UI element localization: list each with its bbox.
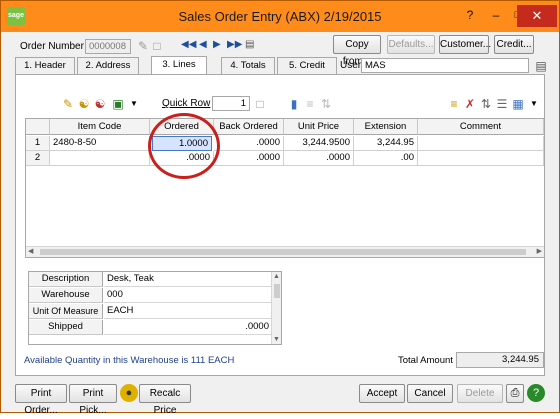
new-order-icon[interactable]: □ bbox=[149, 38, 165, 54]
cell-unit-price[interactable]: 3,244.9500 bbox=[284, 136, 354, 151]
row-number[interactable]: 1 bbox=[26, 136, 50, 151]
customer-button[interactable]: Customer... bbox=[439, 35, 491, 54]
sales-order-window: sage Sales Order Entry (ABX) 2/19/2015 ?… bbox=[0, 0, 560, 416]
cell-back-ordered[interactable]: .0000 bbox=[214, 136, 284, 151]
accept-button[interactable]: Accept bbox=[359, 384, 405, 403]
binoculars-red-icon[interactable]: ☯ bbox=[92, 96, 108, 112]
quick-row-checkbox-icon[interactable]: □ bbox=[252, 96, 268, 112]
user-label: User bbox=[340, 60, 362, 71]
cell-item-code[interactable]: 2480-8-50 bbox=[50, 136, 150, 151]
order-number-label: Order Number bbox=[20, 41, 84, 52]
first-record-icon[interactable]: ◀◀ bbox=[181, 39, 196, 50]
user-field[interactable]: MAS bbox=[361, 58, 529, 73]
sage-help-icon[interactable]: ● bbox=[120, 384, 138, 402]
recalc-price-button[interactable]: Recalc Price bbox=[139, 384, 191, 416]
scroll-right-icon[interactable]: ▶ bbox=[537, 247, 542, 255]
last-record-icon[interactable]: ▶▶ bbox=[227, 39, 242, 50]
cell-comment[interactable] bbox=[418, 151, 544, 166]
order-number-field[interactable]: 0000008 bbox=[85, 39, 131, 54]
details-vertical-scrollbar[interactable]: ▲ ▼ bbox=[271, 272, 281, 344]
row-number[interactable]: 2 bbox=[26, 151, 50, 166]
cell-comment[interactable] bbox=[418, 136, 544, 151]
delete-row-icon[interactable]: ✗ bbox=[462, 96, 478, 112]
insert-row-icon[interactable]: ≡ bbox=[446, 96, 462, 112]
scroll-left-icon[interactable]: ◀ bbox=[28, 247, 33, 255]
copy-from-button[interactable]: Copy from... bbox=[333, 35, 381, 67]
grid-horizontal-scrollbar[interactable]: ◀ ▶ bbox=[26, 246, 544, 257]
comment-icon[interactable]: ▮ bbox=[286, 96, 302, 112]
cancel-button[interactable]: Cancel bbox=[407, 384, 453, 403]
user-lookup-icon[interactable]: ▤ bbox=[533, 58, 549, 74]
help-icon[interactable]: ? bbox=[458, 5, 482, 25]
tab-totals[interactable]: 4. Totals bbox=[221, 57, 275, 74]
detail-label-unit-of-measure: Unit Of Measure bbox=[29, 304, 103, 319]
lines-panel: ✎ ☯ ☯ ▣ ▼ Quick Row 1 □ ▮ ≡ ⇅ ≡ ✗ ⇅ ☰ ▦ … bbox=[15, 74, 545, 376]
tab-header[interactable]: 1. Header bbox=[15, 57, 75, 74]
record-list-icon[interactable]: ▤ bbox=[245, 39, 254, 50]
line-details-panel: Description Desk, Teak Warehouse 000 Uni… bbox=[28, 271, 282, 345]
lines-toolbar: ✎ ☯ ☯ ▣ ▼ Quick Row 1 □ ▮ ≡ ⇅ ≡ ✗ ⇅ ☰ ▦ … bbox=[16, 93, 544, 115]
cell-extension[interactable]: 3,244.95 bbox=[354, 136, 418, 151]
column-header-back-ordered[interactable]: Back Ordered bbox=[214, 119, 284, 135]
customize-icon[interactable]: ☰ bbox=[494, 96, 510, 112]
details-scroll-thumb[interactable] bbox=[274, 284, 280, 298]
print-order-button[interactable]: Print Order... bbox=[15, 384, 67, 416]
column-header-item-code[interactable]: Item Code bbox=[50, 119, 150, 135]
scroll-up-icon[interactable]: ▲ bbox=[273, 273, 280, 280]
cell-back-ordered[interactable]: .0000 bbox=[214, 151, 284, 166]
detail-label-shipped: Shipped bbox=[29, 320, 103, 335]
item-lookup-icon[interactable]: ✎ bbox=[60, 96, 76, 112]
grid-corner bbox=[26, 119, 50, 135]
defaults-button[interactable]: Defaults... bbox=[387, 35, 435, 54]
help-icon[interactable]: ? bbox=[527, 384, 545, 402]
detail-value-description[interactable]: Desk, Teak bbox=[104, 272, 272, 287]
settings-icon[interactable]: ▦ bbox=[510, 96, 526, 112]
tab-address[interactable]: 2. Address bbox=[77, 57, 139, 74]
total-amount-field: 3,244.95 bbox=[456, 352, 544, 368]
column-header-unit-price[interactable]: Unit Price bbox=[284, 119, 354, 135]
column-header-extension[interactable]: Extension bbox=[354, 119, 418, 135]
column-header-comment[interactable]: Comment bbox=[418, 119, 544, 135]
delete-button[interactable]: Delete bbox=[457, 384, 503, 403]
previous-record-icon[interactable]: ◀ bbox=[199, 39, 207, 50]
text-icon[interactable]: ≡ bbox=[302, 96, 318, 112]
detail-label-description: Description bbox=[29, 272, 103, 287]
detail-value-warehouse[interactable]: 000 bbox=[104, 288, 272, 303]
total-amount-label: Total Amount bbox=[398, 355, 453, 366]
available-quantity-text: Available Quantity in this Warehouse is … bbox=[24, 355, 235, 366]
detail-value-shipped[interactable]: .0000 bbox=[104, 320, 272, 335]
title-bar: sage Sales Order Entry (ABX) 2/19/2015 ?… bbox=[1, 1, 559, 32]
sort-icon[interactable]: ⇅ bbox=[318, 96, 334, 112]
detail-label-warehouse: Warehouse bbox=[29, 288, 103, 303]
binoculars-icon[interactable]: ☯ bbox=[76, 96, 92, 112]
cell-unit-price[interactable]: .0000 bbox=[284, 151, 354, 166]
credit-button[interactable]: Credit... bbox=[494, 35, 534, 54]
close-icon[interactable]: ✕ bbox=[517, 5, 557, 27]
next-record-icon[interactable]: ▶ bbox=[213, 39, 221, 50]
lines-grid: Item Code Ordered Back Ordered Unit Pric… bbox=[25, 118, 545, 258]
grid-scroll-thumb[interactable] bbox=[40, 249, 526, 255]
quick-row-field[interactable]: 1 bbox=[212, 96, 250, 111]
tab-lines[interactable]: 3. Lines bbox=[151, 56, 207, 74]
scroll-down-icon[interactable]: ▼ bbox=[273, 336, 280, 343]
move-row-icon[interactable]: ⇅ bbox=[478, 96, 494, 112]
chevron-down-icon[interactable]: ▼ bbox=[126, 96, 142, 112]
printer-icon[interactable]: ⎙ bbox=[506, 384, 524, 403]
cell-extension[interactable]: .00 bbox=[354, 151, 418, 166]
minimize-icon[interactable]: – bbox=[484, 5, 508, 25]
tab-credit-card[interactable]: 5. Credit Card bbox=[277, 57, 337, 86]
detail-value-unit-of-measure[interactable]: EACH bbox=[104, 304, 272, 319]
cell-item-code[interactable] bbox=[50, 151, 150, 166]
quick-row-label: Quick Row bbox=[162, 98, 211, 109]
image-icon[interactable]: ▣ bbox=[110, 96, 126, 112]
chevron-down-icon[interactable]: ▼ bbox=[526, 96, 542, 112]
highlight-circle bbox=[148, 113, 220, 179]
print-pick-button[interactable]: Print Pick... bbox=[69, 384, 117, 416]
